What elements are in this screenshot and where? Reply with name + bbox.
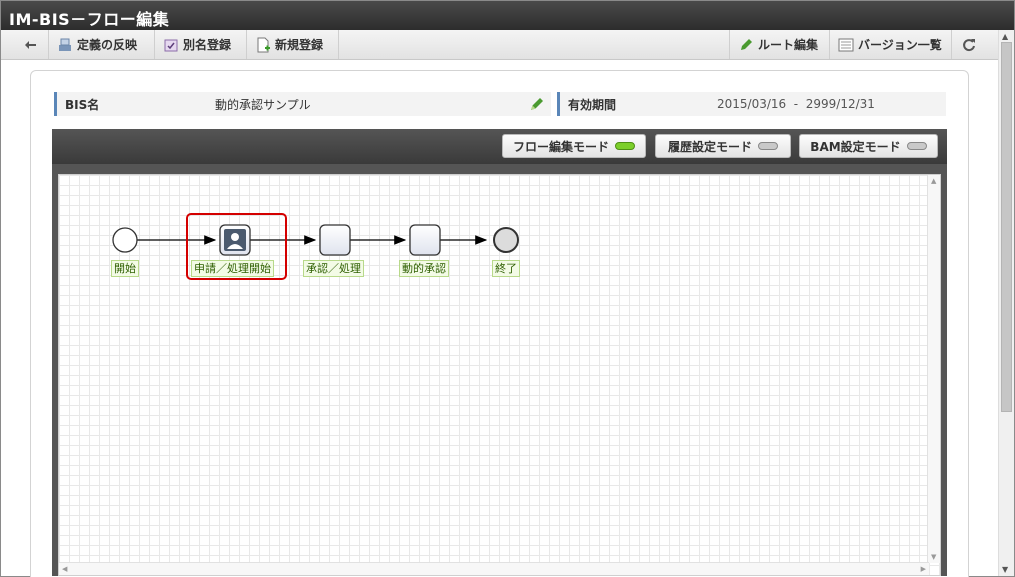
flow-edit-mode-button[interactable]: フロー編集モード bbox=[502, 134, 646, 158]
refresh-button[interactable] bbox=[951, 30, 985, 59]
scroll-down-icon[interactable]: ▼ bbox=[1002, 565, 1008, 574]
new-document-icon bbox=[255, 37, 271, 53]
window-title: IM-BIS－フロー編集 bbox=[1, 1, 1014, 30]
period-label: 有効期間 bbox=[557, 92, 709, 116]
flow-edit-mode-label: フロー編集モード bbox=[512, 139, 609, 154]
back-button[interactable] bbox=[13, 30, 49, 59]
end-event-icon[interactable] bbox=[493, 227, 519, 253]
route-edit-button[interactable]: ルート編集 bbox=[729, 30, 829, 59]
version-list-button[interactable]: バージョン一覧 bbox=[829, 30, 951, 59]
version-list-label: バージョン一覧 bbox=[858, 38, 942, 52]
bis-name-row: BIS名 動的承認サンプル bbox=[54, 92, 551, 116]
scroll-down-icon[interactable]: ▼ bbox=[931, 553, 936, 561]
node-label-approve: 承認／処理 bbox=[303, 260, 364, 277]
mode-inactive-indicator-icon bbox=[906, 142, 927, 150]
bis-name-field[interactable]: 動的承認サンプル bbox=[207, 92, 551, 116]
task-node-dynamic[interactable] bbox=[409, 224, 441, 256]
scroll-up-icon[interactable]: ▲ bbox=[931, 177, 936, 185]
bis-name-label: BIS名 bbox=[54, 92, 207, 116]
scrollbar-thumb[interactable] bbox=[1001, 42, 1012, 412]
start-event-icon[interactable] bbox=[112, 227, 138, 253]
scroll-up-icon[interactable]: ▲ bbox=[1002, 32, 1008, 41]
period-row: 有効期間 2015/03/16 - 2999/12/31 bbox=[557, 92, 946, 116]
period-value: 2015/03/16 - 2999/12/31 bbox=[709, 92, 946, 116]
list-icon bbox=[838, 37, 854, 53]
bam-mode-button[interactable]: BAM設定モード bbox=[799, 134, 938, 158]
alias-register-icon bbox=[163, 37, 179, 53]
apply-definition-icon bbox=[57, 37, 73, 53]
route-edit-label: ルート編集 bbox=[758, 38, 819, 52]
refresh-icon bbox=[961, 37, 977, 53]
pencil-icon bbox=[738, 37, 754, 53]
apply-definition-button[interactable]: 定義の反映 bbox=[49, 30, 155, 59]
page-vertical-scrollbar[interactable]: ▲ ▼ bbox=[998, 30, 1014, 576]
scroll-right-icon[interactable]: ▶ bbox=[921, 565, 926, 573]
node-label-end: 終了 bbox=[492, 260, 520, 277]
edit-pencil-icon[interactable] bbox=[529, 96, 545, 112]
node-label-dynamic: 動的承認 bbox=[399, 260, 449, 277]
node-label-start: 開始 bbox=[111, 260, 139, 277]
flow-canvas[interactable]: 開始 申請／処理開始 承認／処理 動的承認 終了 ▲ ▼ ◀ ▶ bbox=[58, 174, 941, 576]
task-node-approve[interactable] bbox=[319, 224, 351, 256]
new-register-button[interactable]: 新規登録 bbox=[247, 30, 339, 59]
node-label-apply: 申請／処理開始 bbox=[191, 260, 274, 277]
flow-canvas-frame: 開始 申請／処理開始 承認／処理 動的承認 終了 ▲ ▼ ◀ ▶ bbox=[52, 164, 947, 576]
mode-bar: フロー編集モード 履歴設定モード BAM設定モード bbox=[52, 129, 947, 164]
new-register-label: 新規登録 bbox=[275, 38, 324, 52]
arrow-left-icon bbox=[23, 37, 39, 53]
bis-name-value: 動的承認サンプル bbox=[215, 97, 311, 112]
mode-active-indicator-icon bbox=[615, 142, 635, 150]
history-mode-label: 履歴設定モード bbox=[667, 139, 752, 154]
canvas-vertical-scrollbar[interactable]: ▲ ▼ bbox=[927, 175, 940, 563]
alias-register-button[interactable]: 別名登録 bbox=[155, 30, 247, 59]
alias-register-label: 別名登録 bbox=[183, 38, 232, 52]
bam-mode-label: BAM設定モード bbox=[810, 139, 901, 154]
history-mode-button[interactable]: 履歴設定モード bbox=[655, 134, 791, 158]
mode-inactive-indicator-icon bbox=[758, 142, 778, 150]
scroll-left-icon[interactable]: ◀ bbox=[62, 565, 67, 573]
toolbar: 定義の反映 別名登録 新規登録 ルート編集 バージョン一覧 bbox=[1, 30, 998, 60]
apply-definition-label: 定義の反映 bbox=[77, 38, 138, 52]
canvas-horizontal-scrollbar[interactable]: ◀ ▶ bbox=[59, 562, 929, 575]
